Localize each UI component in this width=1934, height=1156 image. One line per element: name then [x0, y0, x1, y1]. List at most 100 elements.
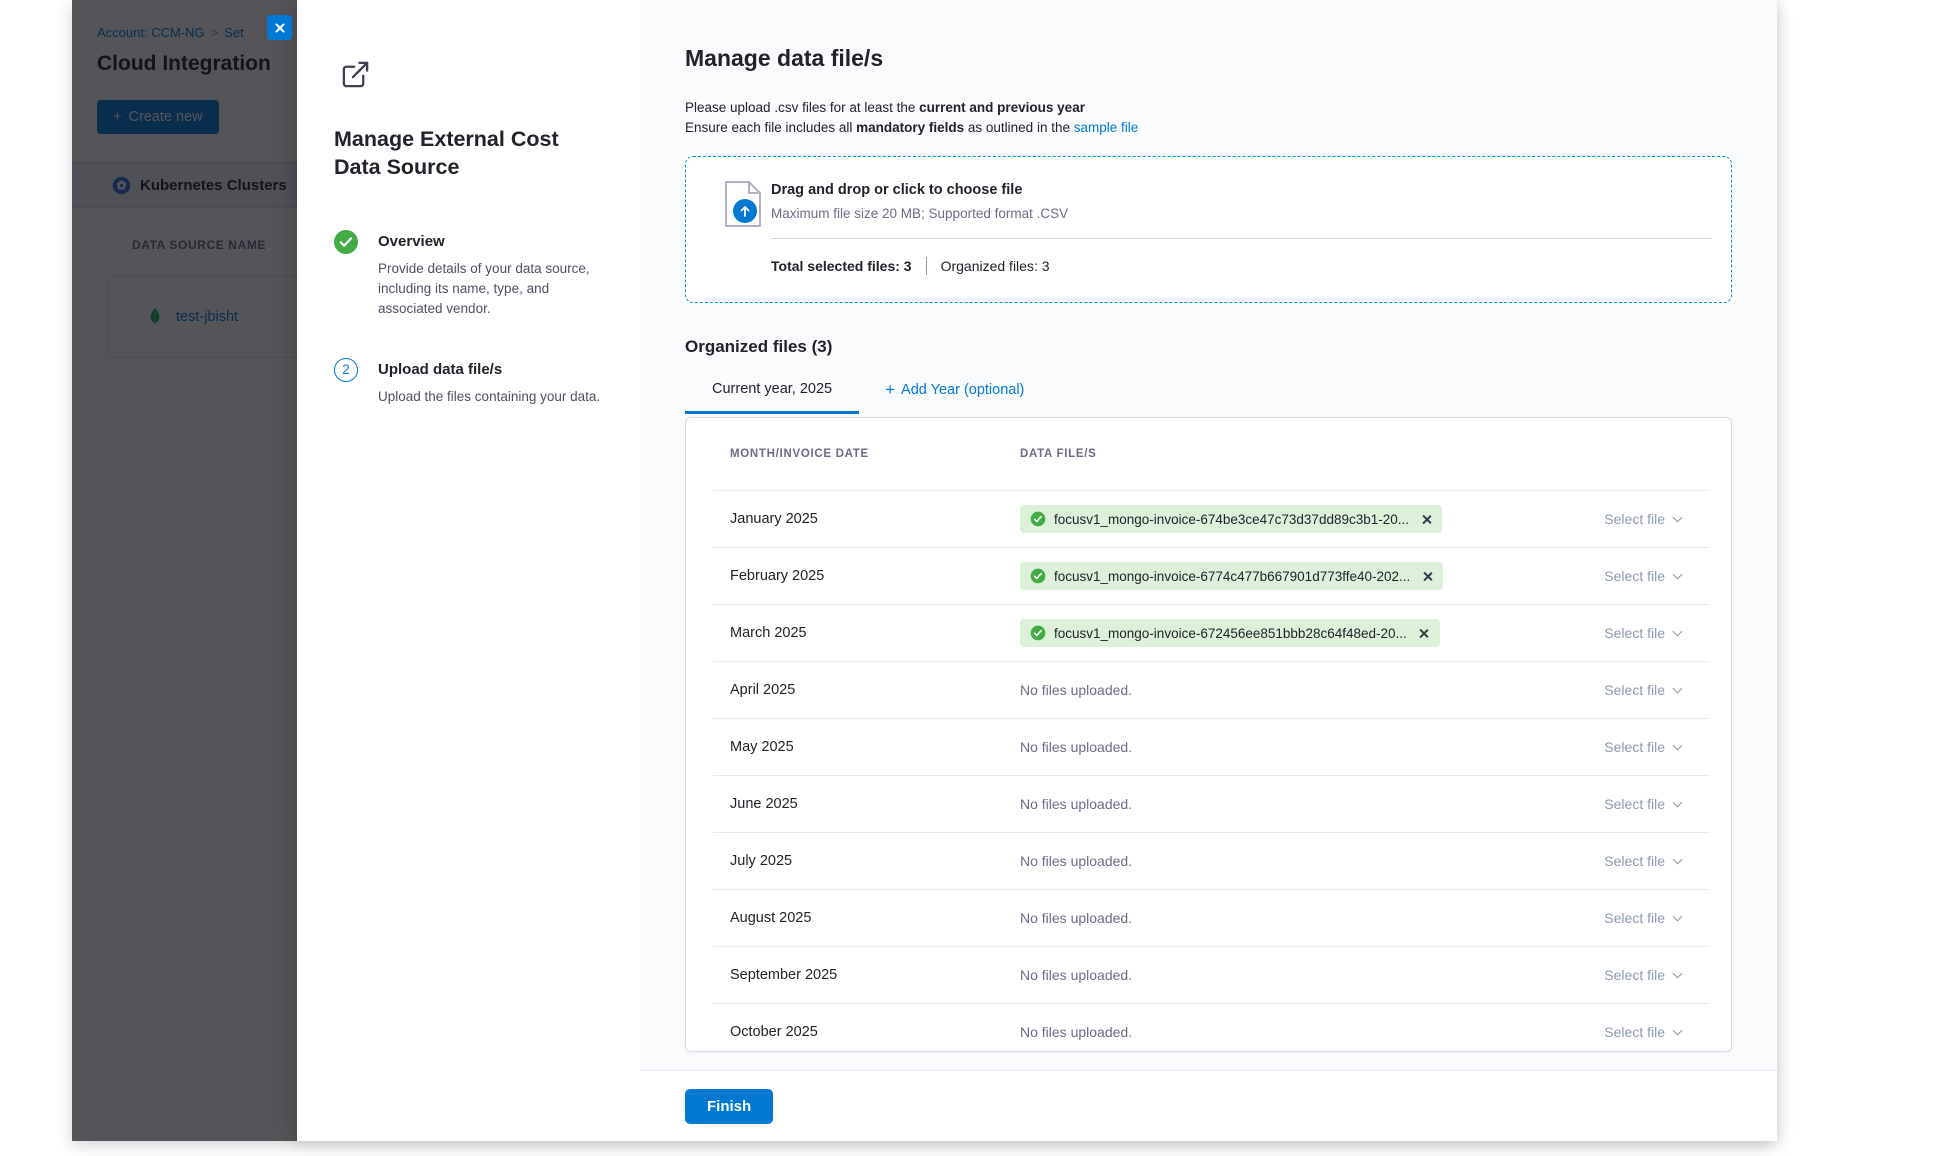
- external-link-icon: [340, 59, 610, 95]
- intro-line2-bold: mandatory fields: [856, 120, 964, 135]
- step-complete-icon: [334, 230, 358, 320]
- total-selected-files: Total selected files: 3: [771, 258, 912, 274]
- main-content: Manage data file/s Please upload .csv fi…: [640, 0, 1777, 1052]
- finish-button[interactable]: Finish: [685, 1089, 773, 1124]
- uploaded-file-chip: focusv1_mongo-invoice-672456ee851bbb28c6…: [1020, 619, 1440, 647]
- file-cell: No files uploaded.: [1020, 796, 1604, 812]
- file-name: focusv1_mongo-invoice-672456ee851bbb28c6…: [1054, 626, 1407, 641]
- select-file-label: Select file: [1604, 967, 1665, 983]
- table-row: February 2025 focusv1_mongo-invoice-6774…: [713, 547, 1710, 604]
- no-files-text: No files uploaded.: [1020, 967, 1132, 983]
- select-file-dropdown[interactable]: Select file: [1604, 739, 1681, 755]
- table-row: August 2025 No files uploaded. Select fi…: [713, 889, 1710, 946]
- step-upload-data-files[interactable]: 2 Upload data file/s Upload the files co…: [334, 358, 610, 407]
- chevron-down-icon: [1673, 683, 1683, 693]
- step-number-icon: 2: [334, 358, 358, 382]
- drawer-title: Manage External Cost Data Source: [334, 125, 586, 182]
- chevron-down-icon: [1673, 1025, 1683, 1035]
- select-file-dropdown[interactable]: Select file: [1604, 568, 1681, 584]
- files-table: MONTH/INVOICE DATE DATA FILE/S January 2…: [685, 417, 1732, 1052]
- month-label: August 2025: [730, 910, 1020, 926]
- file-cell: No files uploaded.: [1020, 739, 1604, 755]
- table-row: October 2025 No files uploaded. Select f…: [713, 1003, 1710, 1052]
- app-window: Account: CCM-NG>Set Cloud Integration + …: [72, 0, 1777, 1141]
- select-file-dropdown[interactable]: Select file: [1604, 967, 1681, 983]
- select-file-label: Select file: [1604, 625, 1665, 641]
- file-cell: focusv1_mongo-invoice-672456ee851bbb28c6…: [1020, 619, 1604, 647]
- month-label: February 2025: [730, 568, 1020, 584]
- chevron-down-icon: [1673, 569, 1683, 579]
- close-button[interactable]: [267, 15, 292, 40]
- select-file-label: Select file: [1604, 910, 1665, 926]
- remove-file-icon[interactable]: [1419, 628, 1430, 639]
- check-circle-icon: [1030, 511, 1046, 527]
- column-header-month: MONTH/INVOICE DATE: [730, 448, 1020, 460]
- sample-file-link[interactable]: sample file: [1074, 120, 1139, 135]
- chevron-down-icon: [1673, 512, 1683, 522]
- uploaded-file-chip: focusv1_mongo-invoice-674be3ce47c73d37dd…: [1020, 505, 1442, 533]
- stepper-panel: Manage External Cost Data Source Overvie…: [297, 0, 640, 1141]
- select-file-label: Select file: [1604, 796, 1665, 812]
- add-year-button[interactable]: + Add Year (optional): [885, 381, 1024, 398]
- table-row: September 2025 No files uploaded. Select…: [713, 946, 1710, 1003]
- stats-divider: [926, 257, 927, 275]
- intro-line1-bold: current and previous year: [919, 100, 1085, 115]
- stepper: Overview Provide details of your data so…: [334, 230, 610, 407]
- upload-instructions: Please upload .csv files for at least th…: [685, 98, 1732, 138]
- file-cell: No files uploaded.: [1020, 853, 1604, 869]
- step-label-overview: Overview: [378, 230, 610, 250]
- plus-icon: +: [885, 381, 895, 398]
- month-label: March 2025: [730, 625, 1020, 641]
- chevron-down-icon: [1673, 854, 1683, 864]
- select-file-dropdown[interactable]: Select file: [1604, 682, 1681, 698]
- chevron-down-icon: [1673, 740, 1683, 750]
- select-file-dropdown[interactable]: Select file: [1604, 853, 1681, 869]
- uploaded-file-chip: focusv1_mongo-invoice-6774c477b667901d77…: [1020, 562, 1443, 590]
- file-cell: No files uploaded.: [1020, 682, 1604, 698]
- step-overview[interactable]: Overview Provide details of your data so…: [334, 230, 610, 320]
- column-header-files: DATA FILE/S: [1020, 448, 1681, 460]
- step-label-upload: Upload data file/s: [378, 358, 600, 378]
- month-label: June 2025: [730, 796, 1020, 812]
- table-header-row: MONTH/INVOICE DATE DATA FILE/S: [686, 418, 1731, 490]
- select-file-label: Select file: [1604, 1024, 1665, 1040]
- select-file-dropdown[interactable]: Select file: [1604, 796, 1681, 812]
- remove-file-icon[interactable]: [1422, 571, 1433, 582]
- no-files-text: No files uploaded.: [1020, 796, 1132, 812]
- no-files-text: No files uploaded.: [1020, 853, 1132, 869]
- month-label: April 2025: [730, 682, 1020, 698]
- organized-files-heading: Organized files (3): [685, 337, 1732, 357]
- no-files-text: No files uploaded.: [1020, 1024, 1132, 1040]
- year-tabs: Current year, 2025 + Add Year (optional): [685, 381, 1732, 414]
- intro-line2-text: Ensure each file includes all: [685, 120, 856, 135]
- select-file-dropdown[interactable]: Select file: [1604, 625, 1681, 641]
- file-cell: No files uploaded.: [1020, 1024, 1604, 1040]
- manage-data-source-drawer: Manage External Cost Data Source Overvie…: [297, 0, 1777, 1141]
- select-file-label: Select file: [1604, 853, 1665, 869]
- file-cell: focusv1_mongo-invoice-674be3ce47c73d37dd…: [1020, 505, 1604, 533]
- tab-current-year[interactable]: Current year, 2025: [685, 381, 859, 414]
- step-description-overview: Provide details of your data source, inc…: [378, 259, 610, 320]
- main-title: Manage data file/s: [685, 45, 1732, 72]
- select-file-dropdown[interactable]: Select file: [1604, 1024, 1681, 1040]
- select-file-dropdown[interactable]: Select file: [1604, 511, 1681, 527]
- upload-arrow-icon: [733, 199, 757, 223]
- select-file-label: Select file: [1604, 682, 1665, 698]
- dropzone-subtitle: Maximum file size 20 MB; Supported forma…: [771, 206, 1731, 221]
- select-file-label: Select file: [1604, 739, 1665, 755]
- step-description-upload: Upload the files containing your data.: [378, 387, 600, 407]
- file-dropzone[interactable]: Drag and drop or click to choose file Ma…: [685, 156, 1732, 303]
- file-name: focusv1_mongo-invoice-6774c477b667901d77…: [1054, 569, 1410, 584]
- month-label: July 2025: [730, 853, 1020, 869]
- no-files-text: No files uploaded.: [1020, 682, 1132, 698]
- select-file-label: Select file: [1604, 511, 1665, 527]
- file-name: focusv1_mongo-invoice-674be3ce47c73d37dd…: [1054, 512, 1409, 527]
- table-row: April 2025 No files uploaded. Select fil…: [713, 661, 1710, 718]
- chevron-down-icon: [1673, 626, 1683, 636]
- intro-line2-mid: as outlined in the: [964, 120, 1074, 135]
- organized-files-count: Organized files: 3: [941, 258, 1050, 274]
- remove-file-icon[interactable]: [1421, 514, 1432, 525]
- month-label: January 2025: [730, 511, 1020, 527]
- select-file-dropdown[interactable]: Select file: [1604, 910, 1681, 926]
- modal-overlay: [72, 0, 297, 1141]
